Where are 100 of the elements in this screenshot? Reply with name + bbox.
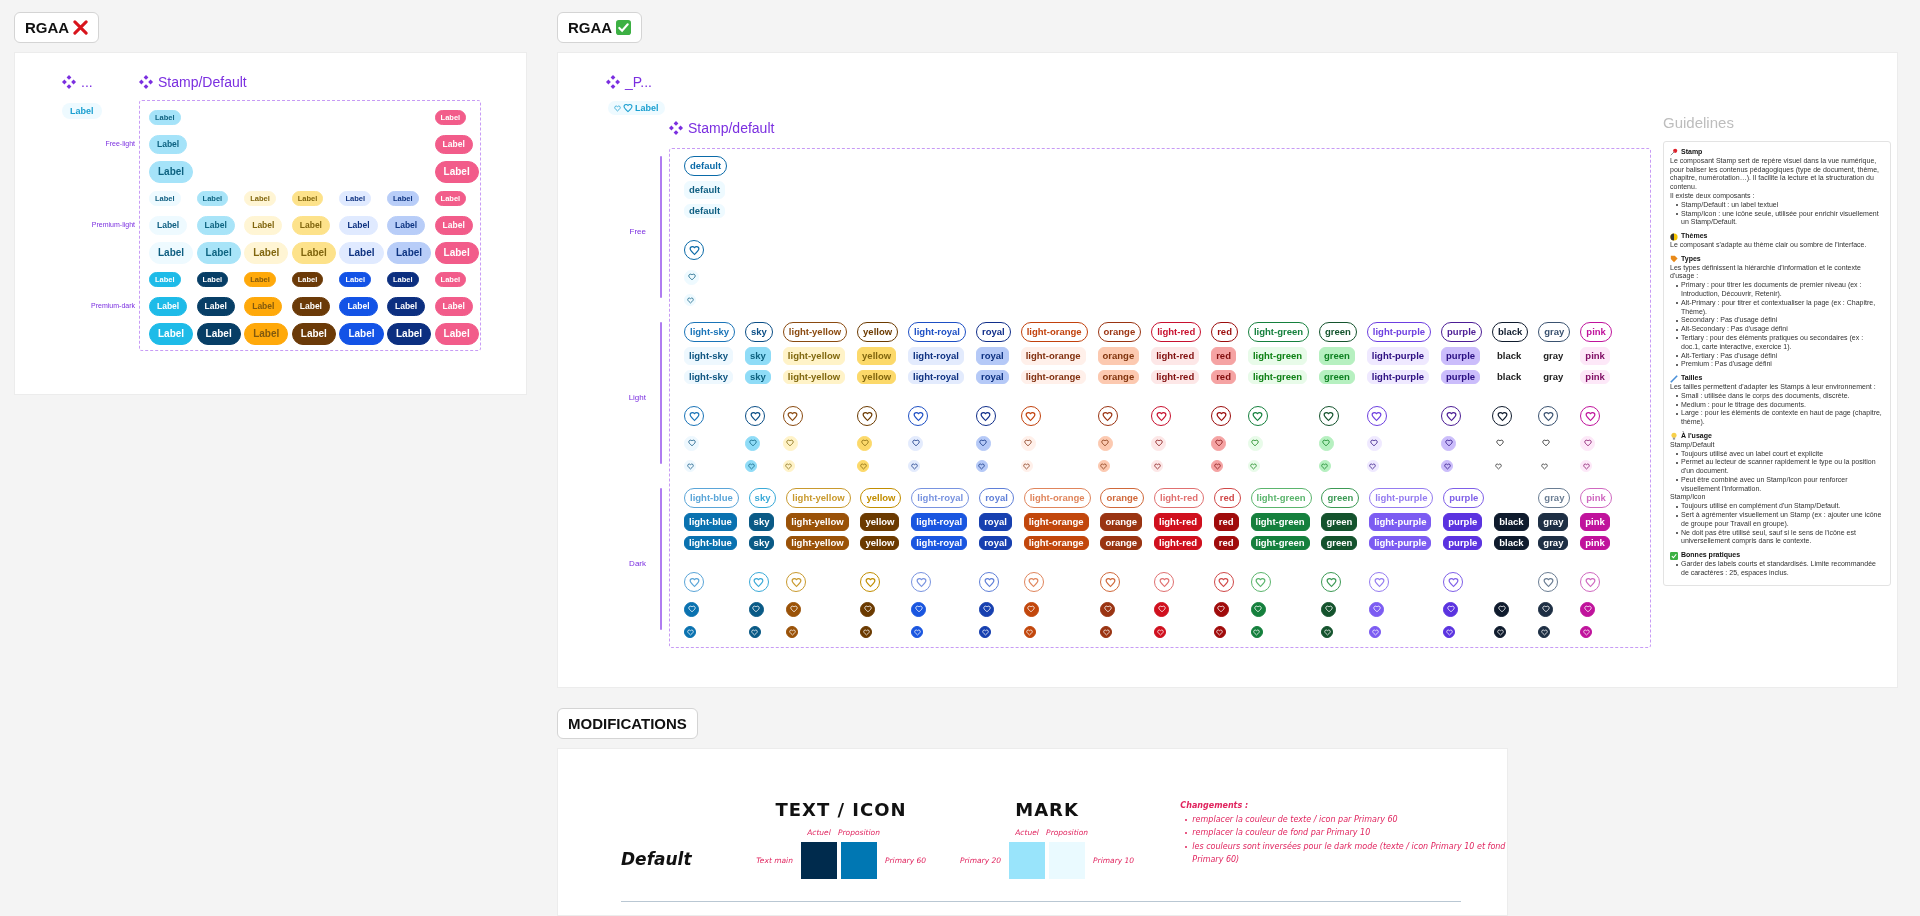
stamp: red [1211,347,1236,365]
stamp: orange [1097,322,1142,342]
stamp: green [1321,513,1358,531]
stamp: Label [386,297,426,316]
stamp: light-orange [1023,536,1089,550]
stamp: yellow [857,322,899,342]
stamp: light-yellow [782,370,846,384]
section-tag: MODIFICATIONS [557,708,698,739]
stamp: Label [386,216,426,235]
bulb-icon [1670,432,1678,441]
stamp: Label [291,216,330,235]
group-title: TEXT / ICON [775,799,907,820]
stamp: light-yellow [782,322,848,342]
tag-title: RGAA [25,19,70,36]
stamp: light-sky [684,370,734,384]
stamp: orange [1097,347,1140,365]
stamp: light-purple [1369,536,1432,550]
stamp: purple [1441,347,1481,365]
stamp: light-green [1250,536,1310,550]
component-icon [139,74,153,89]
stamp: royal [976,370,1009,384]
stamp: Label [434,160,479,183]
check-icon [1670,551,1678,560]
stamp: Label [339,241,384,264]
stamp: green [1319,347,1355,365]
stamp: royal [979,488,1014,508]
stamp: Label [291,322,336,345]
stamp: Label [62,103,102,119]
stamp: Label [244,241,289,264]
stamp: Label [149,216,188,235]
section-label: Free [629,226,646,236]
stamp: orange [1100,488,1145,508]
guidelines-title: Guidelines [1663,114,1735,131]
stamp: light-green [1250,513,1310,531]
stamp: Label [149,297,188,316]
stamp: light-sky [684,347,734,365]
stamp: gray [1538,488,1571,508]
stamp: Label [196,216,235,235]
change-item: remplacer la couleur de fond par Primary 10 [1192,827,1371,839]
stamp: light-yellow [782,347,846,365]
stamp: light-purple [1366,370,1430,384]
stamp: light-orange [1023,513,1089,531]
stamp: light-orange [1020,322,1088,342]
stamp: sky [745,347,771,365]
component-name: ... [81,73,93,90]
stamp: light-red [1151,347,1200,365]
stamp: yellow [857,347,897,365]
stamp: royal [979,513,1012,531]
stamp: green [1319,322,1357,342]
stamp: light-blue [684,488,739,508]
stamp: Label [196,297,235,316]
stamp: pink [1580,370,1610,384]
stamp: Label [244,216,283,235]
section-label: Dark [629,558,646,568]
stamp: sky [745,370,771,384]
stamp: orange [1100,513,1143,531]
stamp: light-blue [684,513,737,531]
half-moon-icon [1670,232,1678,241]
stamp: yellow [860,513,900,531]
stamp: Label [434,135,473,154]
stamp: sky [748,536,775,550]
stamp: light-royal [908,322,966,342]
stamp: red [1213,513,1239,531]
stamp: light-royal [911,513,968,531]
stamp: light-yellow [786,488,851,508]
stamp: Label [386,241,432,264]
stamp: pink [1580,322,1612,342]
stamp: light-red [1154,536,1202,550]
stamp: yellow [857,370,897,384]
stamp: Label [434,241,479,264]
stamp: light-yellow [786,536,849,550]
stamp: light-green [1247,322,1309,342]
stamp: red [1213,536,1239,550]
stamp: light-blue [684,536,737,550]
stamp: Label [196,241,241,264]
stamp: Label [149,160,194,183]
group-title: MARK [1015,799,1079,820]
stamp: Label [291,241,336,264]
stamp: light-royal [908,347,964,365]
stamp: purple [1441,370,1481,384]
stamp: purple [1443,488,1485,508]
stamp: light-red [1151,370,1200,384]
row-label: Default [621,849,693,869]
stamp: default [684,204,726,218]
stamp: sky [748,488,777,508]
stamp: gray [1538,536,1569,550]
stamp: light-orange [1020,347,1086,365]
component-name: _P... [625,73,652,90]
stamp: green [1321,536,1358,550]
stamp: light-royal [908,370,964,384]
stamp: yellow [860,536,900,550]
stamp: red [1211,322,1238,342]
tag-title: RGAA [568,19,613,36]
stamp: light-green [1247,347,1307,365]
stamp: black [1494,536,1529,550]
component-icon [606,74,620,89]
stamp: Label [434,297,473,316]
stamp: red [1211,370,1236,384]
stamp: Label [608,101,665,115]
tag-icon [1670,255,1678,264]
